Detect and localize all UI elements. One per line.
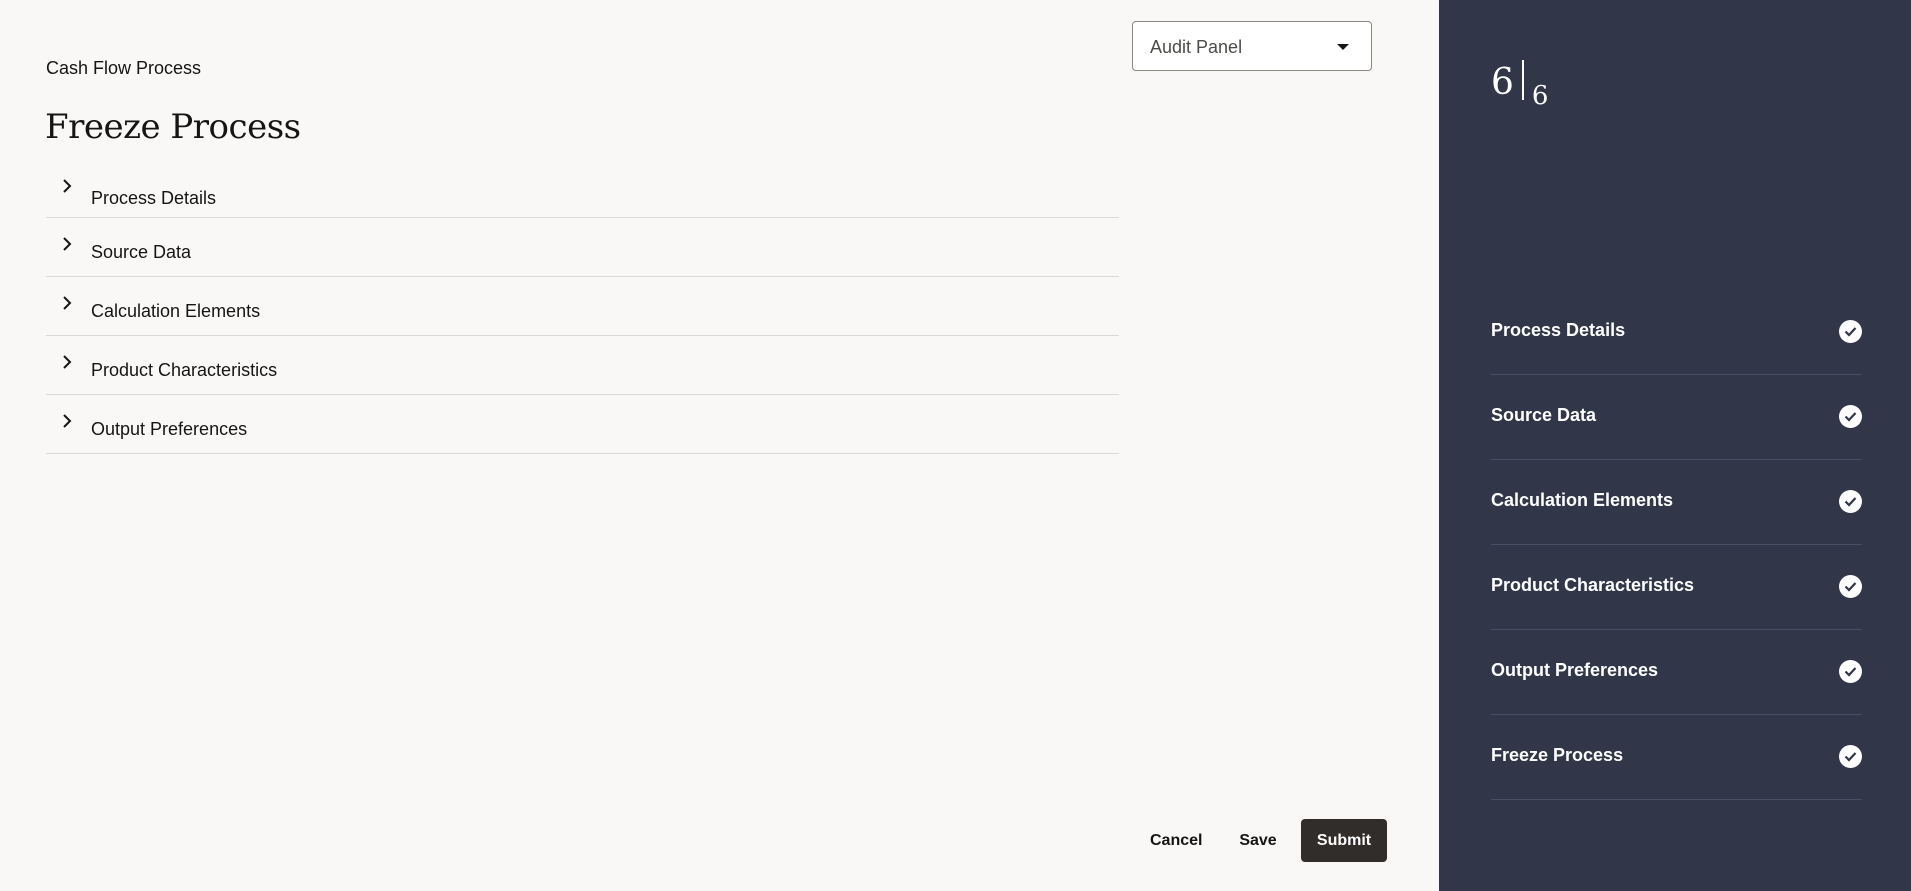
audit-panel-select-value: Audit Panel: [1150, 37, 1243, 57]
step-counter-total: 6: [1531, 81, 1549, 111]
accordion-product-characteristics[interactable]: Product Characteristics: [46, 336, 1119, 395]
train-step-label: Process Details: [1491, 320, 1626, 340]
check-circle-icon: [1839, 405, 1862, 428]
check-circle-icon: [1839, 660, 1862, 683]
chevron-right-icon: [63, 414, 72, 428]
accordion-label: Source Data: [91, 242, 192, 262]
save-button[interactable]: Save: [1224, 819, 1292, 862]
train-steps: Process Details Source Data Calculation …: [1491, 290, 1862, 800]
section-accordion: Process Details Source Data Calculation …: [46, 170, 1119, 454]
accordion-label: Product Characteristics: [91, 360, 278, 380]
check-circle-icon: [1839, 745, 1862, 768]
page-title: Freeze Process: [45, 107, 301, 147]
train-step-label: Calculation Elements: [1491, 490, 1674, 510]
check-circle-icon: [1839, 490, 1862, 513]
train-step-process-details[interactable]: Process Details: [1491, 290, 1862, 375]
train-step-source-data[interactable]: Source Data: [1491, 375, 1862, 460]
step-counter: 66: [1491, 60, 1548, 111]
accordion-process-details[interactable]: Process Details: [46, 170, 1119, 218]
train-step-calculation-elements[interactable]: Calculation Elements: [1491, 460, 1862, 545]
audit-panel-select[interactable]: Audit Panel: [1132, 21, 1372, 71]
train-sidebar: 66 Process Details Source Data Calculati…: [1426, 0, 1911, 891]
train-step-label: Output Preferences: [1491, 660, 1659, 680]
accordion-output-preferences[interactable]: Output Preferences: [46, 395, 1119, 454]
check-circle-icon: [1839, 320, 1862, 343]
train-step-product-characteristics[interactable]: Product Characteristics: [1491, 545, 1862, 630]
train-step-label: Product Characteristics: [1491, 575, 1695, 595]
breadcrumb[interactable]: Cash Flow Process: [46, 58, 201, 79]
accordion-source-data[interactable]: Source Data: [46, 218, 1119, 277]
step-counter-divider: [1521, 60, 1524, 100]
train-step-label: Freeze Process: [1491, 745, 1624, 765]
chevron-right-icon: [63, 296, 72, 310]
train-step-label: Source Data: [1491, 405, 1597, 425]
train-step-freeze-process[interactable]: Freeze Process: [1491, 715, 1862, 800]
chevron-right-icon: [63, 237, 72, 251]
submit-button[interactable]: Submit: [1301, 819, 1387, 862]
main-content: Cash Flow Process Freeze Process Audit P…: [0, 0, 1439, 891]
cancel-button[interactable]: Cancel: [1136, 819, 1210, 862]
train-step-output-preferences[interactable]: Output Preferences: [1491, 630, 1862, 715]
accordion-calculation-elements[interactable]: Calculation Elements: [46, 277, 1119, 336]
chevron-right-icon: [63, 179, 72, 193]
step-counter-current: 6: [1491, 62, 1514, 103]
caret-down-icon: [1337, 44, 1349, 50]
check-circle-icon: [1839, 575, 1862, 598]
accordion-label: Process Details: [91, 188, 217, 208]
accordion-label: Calculation Elements: [91, 301, 261, 321]
current-step-pointer: [1426, 745, 1439, 767]
accordion-label: Output Preferences: [91, 419, 248, 439]
chevron-right-icon: [63, 355, 72, 369]
